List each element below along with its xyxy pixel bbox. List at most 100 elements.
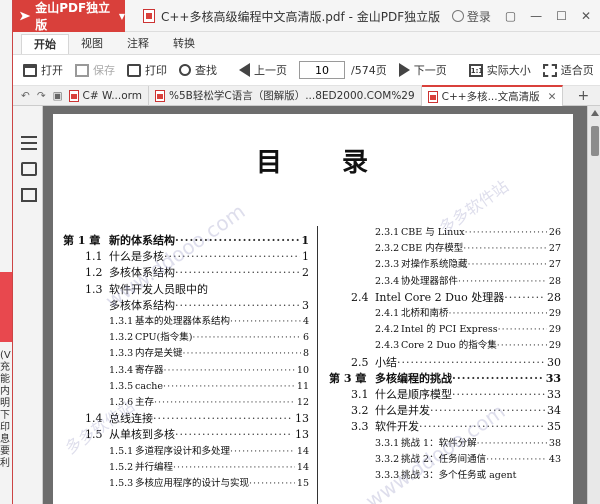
toc-page-number: 13 xyxy=(295,412,309,426)
toc-entry[interactable]: 1.3.4寄存器 10 xyxy=(63,364,309,378)
toc-number: 3.3 xyxy=(351,420,369,434)
save-small-icon[interactable]: ▣ xyxy=(53,90,63,102)
toc-number: 2.4 xyxy=(351,290,369,304)
toc-entry[interactable]: 1.4 总线连接 13 xyxy=(63,412,309,426)
next-page-button[interactable]: 下一页 xyxy=(398,62,447,78)
page-number-input[interactable] xyxy=(299,61,345,79)
save-button[interactable]: 保存 xyxy=(75,62,115,78)
toc-entry[interactable]: 3.3.1挑战 1：软件分解 38 xyxy=(329,437,561,451)
toc-entry[interactable]: 2.3.2CBE 内存模型 27 xyxy=(329,242,561,256)
toc-title: 多道程序设计和多处理 xyxy=(135,445,231,457)
toc-leader xyxy=(230,315,301,329)
toc-entry[interactable]: 1.3.5cache 11 xyxy=(63,380,309,394)
toc-page-number: 27 xyxy=(548,259,561,271)
toc-number: 2.5 xyxy=(351,355,369,369)
toc-entry[interactable]: 1.1 什么是多核 1 xyxy=(63,250,309,264)
ribbon-tabs: 开始 视图 注释 转换 xyxy=(13,32,600,54)
toc-entry[interactable]: 2.4.2Intel 的 PCI Express 29 xyxy=(329,323,561,337)
redo-icon[interactable]: ↷ xyxy=(37,90,46,102)
open-button[interactable]: 打开 xyxy=(23,62,63,78)
print-button[interactable]: 打印 xyxy=(127,62,167,78)
toc-entry[interactable]: 1.5.1多道程序设计和多处理 14 xyxy=(63,445,309,459)
toc-entry[interactable]: 3.2 什么是并发 34 xyxy=(329,404,561,418)
toc-entry[interactable]: 2.4 Intel Core 2 Duo 处理器 28 xyxy=(329,291,561,305)
toc-entry[interactable]: 3.3.3 挑战 3：多个任务或 agent xyxy=(329,469,561,483)
doc-tab-csharp[interactable]: C# W...orm xyxy=(63,85,149,106)
toc-title: 什么是多核 xyxy=(109,250,164,264)
toc-page-number: 26 xyxy=(548,227,561,238)
toc-entry[interactable]: 1.3.6主存 12 xyxy=(63,396,309,410)
prev-page-button[interactable]: 上一页 xyxy=(239,62,287,78)
toc-entry[interactable]: 2.4.3Core 2 Duo 的指令集 29 xyxy=(329,339,561,353)
toc-page-number: 29 xyxy=(548,340,561,352)
toc-entry[interactable]: 2.3.4协处理器部件 28 xyxy=(329,275,561,289)
toc-title: 多核编程的挑战 xyxy=(375,371,452,385)
toc-entry[interactable]: 1.3 软件开发人员眼中的 xyxy=(63,283,309,297)
toc-entry[interactable]: 1.2 多核体系结构 2 xyxy=(63,266,309,280)
minimize-button[interactable]: — xyxy=(530,9,542,23)
toc-page-number: 35 xyxy=(547,420,561,434)
pdf-icon xyxy=(427,90,438,103)
maximize-button[interactable]: ☐ xyxy=(556,9,567,23)
new-tab-button[interactable]: + xyxy=(577,88,589,104)
toc-title: 什么是顺序模型 xyxy=(375,388,452,401)
tab-view[interactable]: 视图 xyxy=(69,34,115,54)
toc-entry[interactable]: 1.3.1基本的处理器体系结构 4 xyxy=(63,315,309,329)
toc-entry[interactable]: 1.5.2并行编程 14 xyxy=(63,461,309,475)
bookmark-list-icon[interactable] xyxy=(21,136,37,150)
toc-entry[interactable]: 2.4.1北桥和南桥 29 xyxy=(329,307,561,321)
pdf-file-icon xyxy=(143,9,155,23)
vertical-scrollbar[interactable] xyxy=(587,106,600,504)
toc-number: 1.3.6 xyxy=(109,397,134,408)
toc-entry[interactable]: 1.3.3内存是关键 8 xyxy=(63,347,309,361)
page-navigator: /574页 xyxy=(299,61,387,79)
tab-convert[interactable]: 转换 xyxy=(161,34,207,54)
toc-number: 1.3.3 xyxy=(109,348,134,360)
fit-page-button[interactable]: 适合页 xyxy=(542,62,594,78)
toc-number: 3.3.2 xyxy=(375,453,400,465)
toc-title: 从单核到多核 xyxy=(109,428,175,442)
toc-page-number: 14 xyxy=(296,461,309,473)
scroll-up-icon[interactable] xyxy=(591,110,599,116)
toc-title: CBE 内存模型 xyxy=(401,243,464,255)
toc-entry[interactable]: 2.3.3对操作系统隐藏 27 xyxy=(329,258,561,272)
toc-entry[interactable]: 3.3.2挑战 2：任务间通信 43 xyxy=(329,453,561,467)
skin-icon[interactable]: ▢ xyxy=(505,9,516,23)
scroll-thumb[interactable] xyxy=(591,126,599,156)
comment-icon[interactable] xyxy=(21,162,37,176)
toc-leader xyxy=(486,453,547,467)
toc-title: cache xyxy=(135,380,164,392)
toc-number: 2.3.1 xyxy=(375,227,400,238)
toc-leader xyxy=(153,412,293,426)
toc-title: 小结 xyxy=(375,355,397,369)
toc-number: 1.3.2 xyxy=(109,332,134,344)
toc-number: 1.5 xyxy=(85,428,103,442)
login-button[interactable]: 登录 xyxy=(451,8,491,25)
toc-title: 什么是并发 xyxy=(375,404,430,418)
toc-entry[interactable]: 2.5 小结 30 xyxy=(329,356,561,370)
close-tab-icon[interactable]: ✕ xyxy=(548,91,557,103)
thumbnail-icon[interactable] xyxy=(21,188,37,202)
app-window: 金山PDF独立版 ▼ C++多核高级编程中文高清版.pdf - 金山PDF独立版… xyxy=(12,0,600,504)
toc-entry[interactable]: 3.1 什么是顺序模型 33 xyxy=(329,388,561,402)
toc-entry[interactable]: 3.3 软件开发 35 xyxy=(329,420,561,434)
toc-entry[interactable]: 1.5 从单核到多核 13 xyxy=(63,428,309,442)
toc-entry[interactable]: 多核体系结构 3 xyxy=(63,299,309,313)
toc-entry[interactable]: 1.5.3多核应用程序的设计与实现 15 xyxy=(63,477,309,491)
toc-leader xyxy=(463,242,547,256)
chevron-down-icon: ▼ xyxy=(118,11,125,21)
doc-tab-c-language[interactable]: %5B轻松学C语言（图解版）...8ED2000.COM%29 xyxy=(149,85,422,106)
actual-size-button[interactable]: 1:1 实际大小 xyxy=(468,62,531,78)
toc-entry[interactable]: 第 3 章多核编程的挑战 33 xyxy=(329,372,561,386)
app-menu-button[interactable]: 金山PDF独立版 ▼ xyxy=(13,0,125,32)
toc-entry[interactable]: 第 1 章新的体系结构 1 xyxy=(63,234,309,248)
toc-entry[interactable]: 2.3.1CBE 与 Linux 26 xyxy=(329,226,561,240)
undo-icon[interactable]: ↶ xyxy=(21,90,30,102)
tab-start[interactable]: 开始 xyxy=(21,34,69,54)
find-button[interactable]: 查找 xyxy=(179,62,217,78)
page-total: /574页 xyxy=(351,64,387,77)
tab-annotate[interactable]: 注释 xyxy=(115,34,161,54)
close-button[interactable]: ✕ xyxy=(581,9,591,23)
toc-entry[interactable]: 1.3.2CPU(指令集) 6 xyxy=(63,331,309,345)
doc-tab-cpp-multicore[interactable]: C++多核...文高清版 ✕ xyxy=(421,85,564,106)
